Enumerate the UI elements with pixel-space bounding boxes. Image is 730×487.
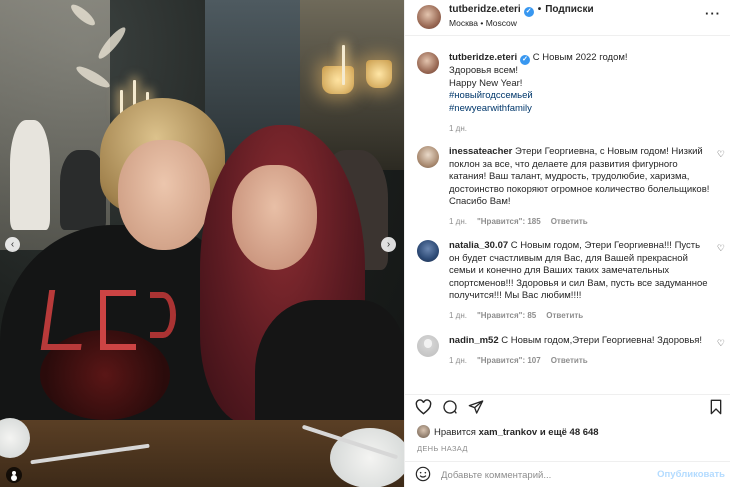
person-right-face	[232, 165, 317, 270]
comment-icon[interactable]	[442, 399, 458, 420]
shirt-print	[100, 290, 136, 350]
emoji-icon[interactable]	[415, 466, 431, 487]
reply-button[interactable]: Ответить	[551, 217, 588, 226]
comment-time[interactable]: 1 дн.	[449, 311, 467, 320]
comment-username[interactable]: nadin_m52	[449, 335, 499, 346]
comment-like-icon[interactable]: ♡	[717, 243, 725, 254]
comment-body: nadin_m52 С Новым годом,Этери Георгиевна…	[449, 335, 711, 367]
post-actions	[405, 394, 730, 422]
comment-composer: Опубликовать	[405, 461, 730, 487]
post-date[interactable]: День назад	[417, 444, 468, 453]
comment-likes[interactable]: "Нравится": 85	[477, 311, 536, 320]
comment-like-icon[interactable]: ♡	[717, 149, 725, 160]
comment-likes[interactable]: "Нравится": 107	[477, 356, 541, 365]
author-avatar[interactable]	[417, 52, 439, 74]
author-username[interactable]: tutberidze.eteri	[449, 4, 521, 15]
separator: •	[537, 4, 542, 15]
shirt-print	[40, 290, 90, 350]
author-avatar[interactable]	[417, 5, 441, 29]
post-sidebar: tutberidze.eteri ✓ • Подписки Москва • Mosc…	[404, 0, 730, 487]
reply-button[interactable]: Ответить	[546, 311, 583, 320]
comment-likes[interactable]: "Нравится": 185	[477, 217, 541, 226]
comment-body: inessateacher Этери Георгиевна, с Новым …	[449, 146, 711, 228]
comment-time[interactable]: 1 дн.	[449, 356, 467, 365]
comment-like-icon[interactable]: ♡	[717, 338, 725, 349]
liker-avatar	[417, 425, 430, 438]
shirt-print	[150, 292, 176, 338]
person-left-face	[118, 140, 210, 250]
commenter-avatar[interactable]	[417, 335, 439, 357]
caption-text: tutberidze.eteri ✓ С Новым 2022 годом! Зд…	[449, 52, 719, 136]
caption-line: Happy New Year!	[449, 77, 523, 89]
commenter-avatar[interactable]	[417, 146, 439, 168]
comment-username[interactable]: inessateacher	[449, 146, 512, 157]
post-location[interactable]: Москва • Moscow	[449, 18, 517, 28]
background-person	[10, 120, 50, 230]
comment-text: С Новым годом,Этери Георгиевна! Здоровья…	[501, 335, 703, 346]
post-header: tutberidze.eteri ✓ • Подписки Москва • Mosc…	[405, 0, 730, 36]
hashtag-link[interactable]: #новыйгодссемьей	[449, 90, 719, 103]
commenter-avatar[interactable]	[417, 240, 439, 262]
post-photo[interactable]: ‹ ›	[0, 0, 404, 487]
likes-summary[interactable]: Нравится xam_trankov и ещё 48 648	[417, 425, 599, 438]
comment-input[interactable]	[441, 467, 641, 483]
following-button[interactable]: Подписки	[545, 4, 593, 15]
verified-icon: ✓	[520, 55, 531, 65]
carousel-next-button[interactable]: ›	[381, 237, 396, 252]
publish-button[interactable]: Опубликовать	[657, 469, 725, 480]
caption-time[interactable]: 1 дн.	[449, 123, 719, 136]
candle	[342, 45, 345, 85]
reply-button[interactable]: Ответить	[551, 356, 588, 365]
heart-icon[interactable]	[415, 399, 432, 420]
caption-line: С Новым 2022 годом!	[532, 52, 628, 63]
comment-username[interactable]: natalia_30.07	[449, 240, 508, 251]
comment-time[interactable]: 1 дн.	[449, 217, 467, 226]
hashtag-link[interactable]: #newyearwithfamily	[449, 103, 719, 116]
author-line: tutberidze.eteri ✓ • Подписки	[449, 4, 594, 17]
share-icon[interactable]	[468, 399, 484, 420]
more-icon[interactable]: ···	[705, 6, 721, 21]
caption-line: Здоровья всем!	[449, 65, 519, 76]
tagged-users-icon[interactable]	[6, 467, 22, 483]
lamp	[366, 60, 392, 88]
lamp	[322, 66, 354, 94]
liker-username[interactable]: xam_trankov	[479, 427, 538, 438]
verified-icon: ✓	[523, 7, 534, 17]
likes-count[interactable]: и ещё 48 648	[540, 427, 599, 438]
bookmark-icon[interactable]	[709, 399, 723, 420]
comment-body: natalia_30.07 С Новым годом, Этери Георг…	[449, 240, 711, 322]
carousel-prev-button[interactable]: ‹	[5, 237, 20, 252]
likes-prefix: Нравится	[434, 427, 476, 438]
caption-username[interactable]: tutberidze.eteri	[449, 52, 517, 63]
